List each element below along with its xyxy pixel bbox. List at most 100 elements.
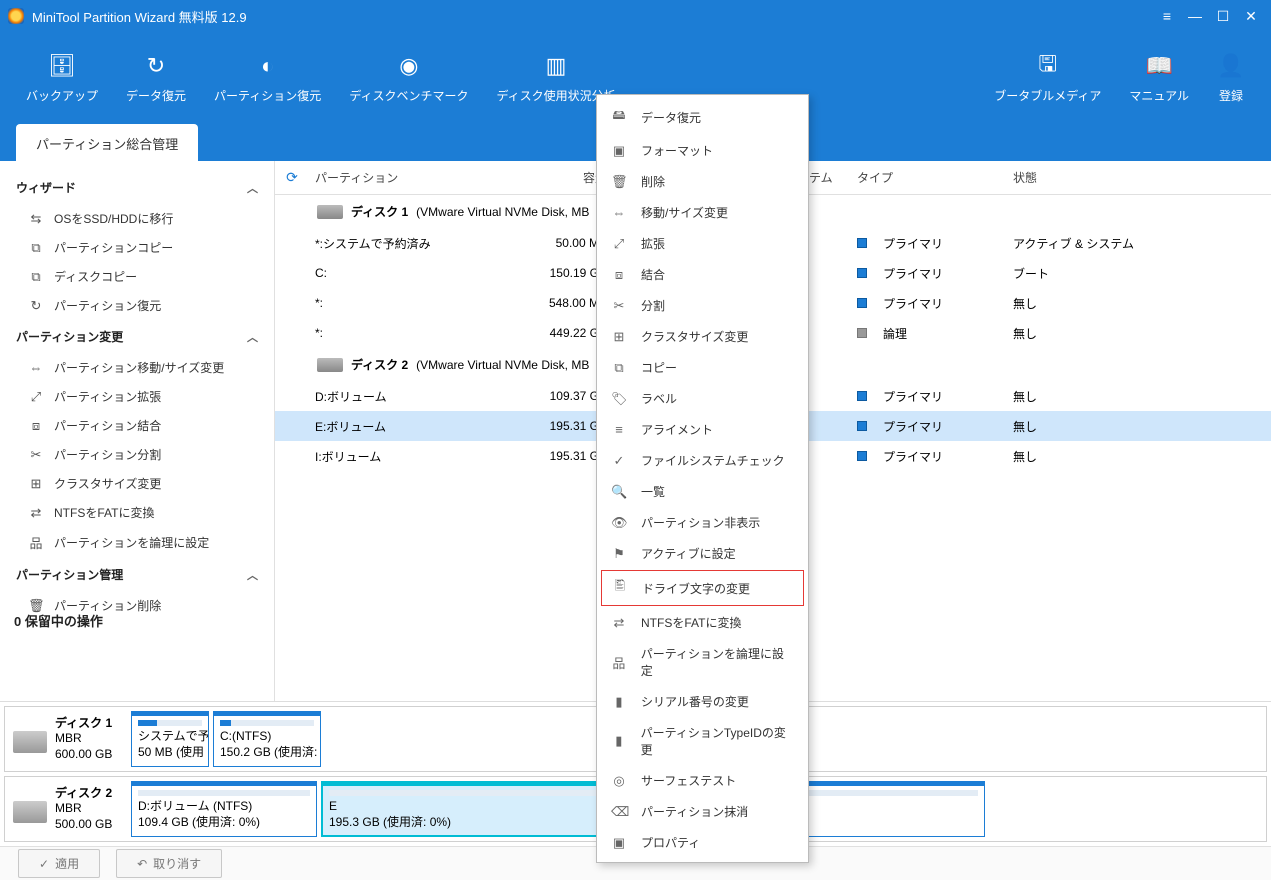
- col-type[interactable]: タイプ: [851, 169, 1007, 186]
- context-menu-item[interactable]: ⤢ 拡張: [597, 228, 808, 259]
- cell-name: I:ボリューム: [309, 448, 497, 465]
- sidebar-group-header[interactable]: ウィザード ︿: [0, 171, 274, 204]
- context-menu-item[interactable]: ▮ シリアル番号の変更: [597, 686, 808, 717]
- apply-button[interactable]: ✓適用: [18, 849, 100, 878]
- minimize-button[interactable]: —: [1183, 4, 1207, 28]
- sidebar-item-label: OSをSSD/HDDに移行: [54, 210, 173, 227]
- cell-type: プライマリ: [851, 448, 1007, 465]
- context-menu-item[interactable]: ⌫ パーティション抹消: [597, 796, 808, 827]
- context-menu-item[interactable]: ⇔ 移動/サイズ変更: [597, 197, 808, 228]
- sidebar-item[interactable]: ⧈ パーティション結合: [0, 411, 274, 440]
- context-menu-item[interactable]: 🖺 ドライブ文字の変更: [601, 570, 804, 606]
- disk-scheme: MBR: [55, 731, 112, 747]
- toolbar-register-button[interactable]: 👤 登録: [1203, 49, 1259, 110]
- maximize-button[interactable]: ☐: [1211, 4, 1235, 28]
- disk-meta: (VMware Virtual NVMe Disk, MB: [416, 205, 589, 219]
- menu-item-icon: ⌫: [611, 804, 627, 820]
- context-menu-item[interactable]: ⊞ クラスタサイズ変更: [597, 321, 808, 352]
- undo-button[interactable]: ↶取り消す: [116, 849, 222, 878]
- cell-name: *:: [309, 326, 497, 340]
- toolbar-bootable-media-button[interactable]: 🖫 ブータブルメディア: [980, 49, 1115, 110]
- cell-state: 無し: [1007, 388, 1271, 405]
- context-menu-item[interactable]: ⧈ 結合: [597, 259, 808, 290]
- disk-name: ディスク 1: [55, 716, 112, 732]
- menu-item-label: 拡張: [641, 235, 665, 252]
- menu-item-label: サーフェステスト: [641, 772, 736, 789]
- menu-item-label: アクティブに設定: [641, 545, 736, 562]
- sidebar-item[interactable]: ⧉ パーティションコピー: [0, 233, 274, 262]
- type-color-icon: [857, 421, 867, 431]
- close-button[interactable]: ✕: [1239, 4, 1263, 28]
- toolbar-manual-button[interactable]: 📖 マニュアル: [1115, 49, 1203, 110]
- menu-item-label: データ復元: [641, 109, 701, 126]
- sidebar-item[interactable]: 品 パーティションを論理に設定: [0, 527, 274, 558]
- sidebar-item-label: パーティション復元: [54, 297, 161, 314]
- menu-item-label: フォーマット: [641, 142, 713, 159]
- cell-state: 無し: [1007, 325, 1271, 342]
- sidebar-group-header[interactable]: パーティション変更 ︿: [0, 320, 274, 353]
- sidebar-item[interactable]: ↻ パーティション復元: [0, 291, 274, 320]
- disk-map-partition[interactable]: D:ボリューム (NTFS) 109.4 GB (使用済: 0%): [131, 781, 317, 837]
- part-label: C:(NTFS): [220, 729, 314, 745]
- tab-partition-management[interactable]: パーティション総合管理: [16, 124, 198, 161]
- disk-map-partition[interactable]: システムで予約 50 MB (使用: [131, 711, 209, 767]
- context-menu-item[interactable]: ▣ フォーマット: [597, 135, 808, 166]
- col-state[interactable]: 状態: [1007, 169, 1271, 186]
- menu-item-label: コピー: [641, 359, 677, 376]
- sidebar-item[interactable]: ⧉ ディスクコピー: [0, 262, 274, 291]
- disk-map-info[interactable]: ディスク 2 MBR 500.00 GB: [9, 781, 127, 837]
- menu-item-icon: ≡: [611, 422, 627, 437]
- toolbar-data-recovery-button[interactable]: ↻ データ復元: [112, 49, 200, 110]
- disk-map-partition[interactable]: C:(NTFS) 150.2 GB (使用済: 1: [213, 711, 321, 767]
- context-menu-item[interactable]: ✂ 分割: [597, 290, 808, 321]
- context-menu-item[interactable]: 👁 パーティション非表示: [597, 507, 808, 538]
- toolbar-label: 登録: [1219, 87, 1243, 104]
- type-color-icon: [857, 298, 867, 308]
- type-color-icon: [857, 328, 867, 338]
- sidebar-item[interactable]: ✂ パーティション分割: [0, 440, 274, 469]
- sidebar-item-icon: ↻: [28, 298, 44, 314]
- menu-item-label: 結合: [641, 266, 665, 283]
- toolbar-partition-recovery-button[interactable]: ◐ パーティション復元: [200, 49, 335, 110]
- context-menu-item[interactable]: ✓ ファイルシステムチェック: [597, 445, 808, 476]
- disk-map-info[interactable]: ディスク 1 MBR 600.00 GB: [9, 711, 127, 767]
- cell-type: プライマリ: [851, 418, 1007, 435]
- context-menu-item[interactable]: ◎ サーフェステスト: [597, 765, 808, 796]
- cell-type: 論理: [851, 325, 1007, 342]
- sidebar-item[interactable]: ⊞ クラスタサイズ変更: [0, 469, 274, 498]
- context-menu-item[interactable]: ⚑ アクティブに設定: [597, 538, 808, 569]
- menu-item-label: シリアル番号の変更: [641, 693, 749, 710]
- sidebar-item-icon: ⧈: [28, 418, 44, 434]
- menu-item-label: パーティション非表示: [641, 514, 760, 531]
- sidebar-item[interactable]: ⇆ OSをSSD/HDDに移行: [0, 204, 274, 233]
- context-menu-item[interactable]: 🗑 削除: [597, 166, 808, 197]
- sidebar-item[interactable]: ⤢ パーティション拡張: [0, 382, 274, 411]
- part-size: 150.2 GB (使用済: 1: [220, 745, 314, 761]
- cell-state: 無し: [1007, 295, 1271, 312]
- context-menu-item[interactable]: 🏷 ラベル: [597, 383, 808, 414]
- sidebar-item[interactable]: ⇔ パーティション移動/サイズ変更: [0, 353, 274, 382]
- context-menu-item[interactable]: ▣ プロパティ: [597, 827, 808, 858]
- context-menu-item[interactable]: ⇄ NTFSをFATに変換: [597, 607, 808, 638]
- context-menu-item[interactable]: 🖴 データ復元: [597, 99, 808, 135]
- disk-title: ディスク 1: [351, 203, 408, 220]
- hamburger-button[interactable]: ≡: [1155, 4, 1179, 28]
- titlebar: MiniTool Partition Wizard 無料版 12.9 ≡ — ☐…: [0, 0, 1271, 32]
- col-partition[interactable]: パーティション: [309, 169, 497, 186]
- context-menu: 🖴 データ復元 ▣ フォーマット 🗑 削除 ⇔ 移動/サイズ変更 ⤢ 拡張 ⧈ …: [596, 94, 809, 863]
- cell-type: プライマリ: [851, 235, 1007, 252]
- context-menu-item[interactable]: ⧉ コピー: [597, 352, 808, 383]
- refresh-icon[interactable]: ⟳: [283, 169, 301, 187]
- context-menu-item[interactable]: ▮ パーティションTypeIDの変更: [597, 717, 808, 765]
- sidebar-item[interactable]: ⇄ NTFSをFATに変換: [0, 498, 274, 527]
- sidebar-item-icon: ⇆: [28, 211, 44, 227]
- context-menu-item[interactable]: ≡ アライメント: [597, 414, 808, 445]
- context-menu-item[interactable]: 🔍 一覧: [597, 476, 808, 507]
- toolbar-disk-benchmark-button[interactable]: ◉ ディスクベンチマーク: [335, 49, 482, 110]
- data-recovery-icon: ↻: [142, 55, 170, 77]
- context-menu-item[interactable]: 品 パーティションを論理に設定: [597, 638, 808, 686]
- cell-state: 無し: [1007, 418, 1271, 435]
- sidebar-group-header[interactable]: パーティション管理 ︿: [0, 558, 274, 591]
- disk-scheme: MBR: [55, 801, 112, 817]
- toolbar-backup-button[interactable]: 🗄 バックアップ: [12, 49, 112, 110]
